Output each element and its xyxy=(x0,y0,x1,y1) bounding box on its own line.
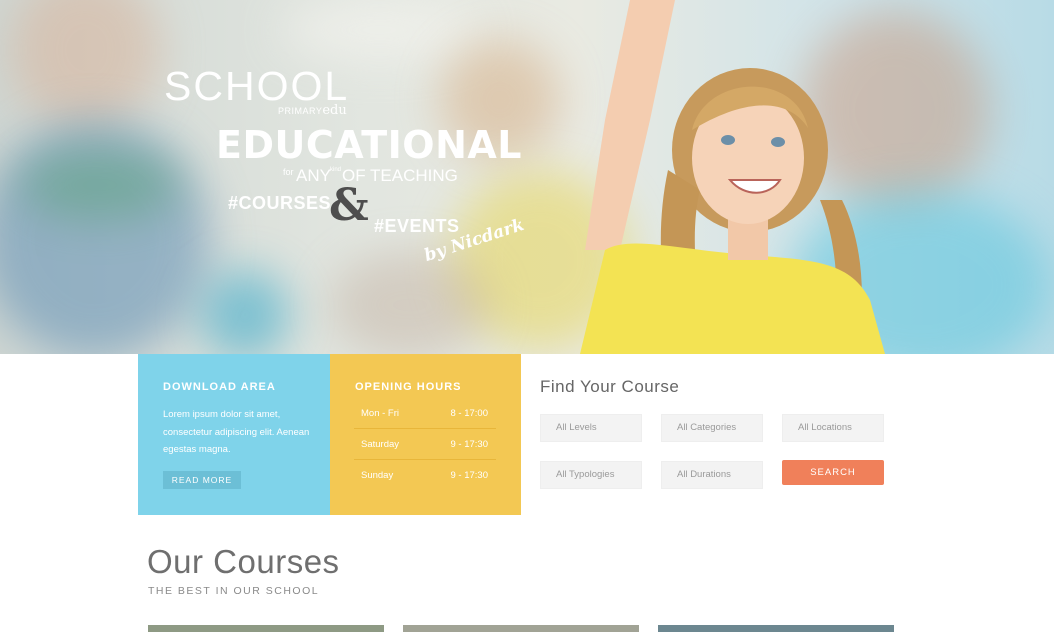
download-area-title: DOWNLOAD AREA xyxy=(163,381,276,393)
search-button[interactable]: SEARCH xyxy=(782,460,884,485)
our-courses-subtitle: THE BEST IN OUR SCHOOL xyxy=(148,585,320,597)
our-courses-title: Our Courses xyxy=(147,543,340,580)
course-card-image[interactable] xyxy=(403,625,639,632)
hero-courses-tag: #COURSES xyxy=(228,193,332,213)
logo-subtext: PRIMARYedu xyxy=(278,102,347,118)
hours-day: Saturday xyxy=(361,439,400,450)
hero-bg-shape xyxy=(20,150,180,220)
categories-select[interactable]: All Categories xyxy=(661,414,763,442)
hero-bg-shape xyxy=(200,270,290,354)
locations-select[interactable]: All Locations xyxy=(782,414,884,442)
hero-slider: SCHOOL PRIMARYedu EDUCATIONAL for ANY ki… xyxy=(0,0,1054,354)
hero-bg-shape xyxy=(330,250,490,354)
download-area-box: DOWNLOAD AREA Lorem ipsum dolor sit amet… xyxy=(138,354,330,515)
opening-hours-title: OPENING HOURS xyxy=(355,381,462,393)
course-card-image[interactable] xyxy=(148,625,384,632)
hours-day: Sunday xyxy=(361,470,394,481)
logo-primary-text: PRIMARY xyxy=(278,106,323,116)
hero-bg-shape xyxy=(280,0,480,60)
hours-time: 9 - 17:30 xyxy=(450,470,489,481)
hero-for-text: for xyxy=(283,167,294,177)
typologies-select[interactable]: All Typologies xyxy=(540,461,642,489)
hero-events-tag: #EVENTS xyxy=(374,216,460,236)
durations-select[interactable]: All Durations xyxy=(661,461,763,489)
hours-row: Sunday 9 - 17:30 xyxy=(354,460,496,491)
opening-hours-list: Mon - Fri 8 - 17:00 Saturday 9 - 17:30 S… xyxy=(354,398,496,491)
hero-girl-image xyxy=(580,0,885,354)
hours-time: 9 - 17:30 xyxy=(450,439,489,450)
hours-time: 8 - 17:00 xyxy=(450,408,489,419)
course-card-image[interactable] xyxy=(658,625,894,632)
hero-title: EDUCATIONAL xyxy=(216,123,522,167)
logo-school-text: SCHOOL xyxy=(164,63,350,109)
opening-hours-box: OPENING HOURS Mon - Fri 8 - 17:00 Saturd… xyxy=(330,354,521,515)
page: SCHOOL PRIMARYedu EDUCATIONAL for ANY ki… xyxy=(0,0,1054,632)
download-area-text: Lorem ipsum dolor sit amet, consectetur … xyxy=(163,409,310,455)
hours-row: Mon - Fri 8 - 17:00 xyxy=(354,398,496,429)
hours-row: Saturday 9 - 17:30 xyxy=(354,429,496,460)
levels-select[interactable]: All Levels xyxy=(540,414,642,442)
hours-day: Mon - Fri xyxy=(361,408,399,419)
logo-edu-text: edu xyxy=(322,103,347,118)
find-course-title: Find Your Course xyxy=(540,377,680,396)
hero-ampersand: & xyxy=(329,180,369,231)
read-more-button[interactable]: READ MORE xyxy=(163,471,241,489)
hero-kind-text: kind xyxy=(330,167,342,173)
hero-bg-shape xyxy=(10,0,160,130)
hero-any-text: ANY xyxy=(296,166,331,185)
